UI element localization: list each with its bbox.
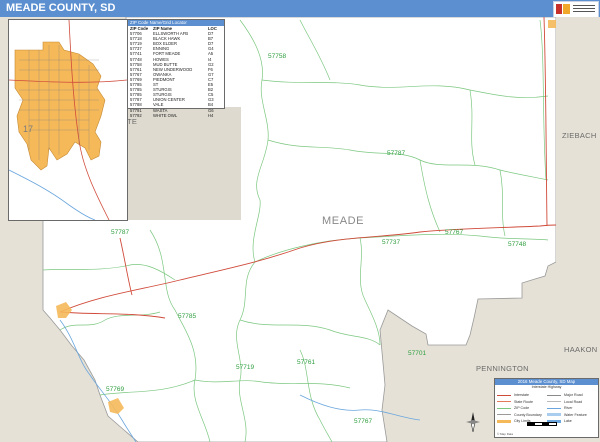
legend-col-left: Interstate State Route ZIP Code County B… — [497, 392, 546, 425]
zip-code-locator-table: ZIP Code Name/Grid Locator ZIP Code ZIP … — [127, 19, 225, 118]
zip-table-row: 57792 WHITE OWL H4 — [128, 113, 224, 118]
lawrence-county-strip — [126, 107, 241, 220]
logo-text-lines-icon — [573, 5, 595, 13]
zip-label: 57748 — [508, 241, 526, 248]
logo-mark-icon — [556, 4, 570, 14]
zip-label: 57787 — [387, 150, 405, 157]
map-title: MEADE COUNTY, SD — [6, 2, 116, 14]
ne-urban-area — [548, 20, 556, 28]
zip-label: 57758 — [268, 53, 286, 60]
loc-cell: H4 — [208, 112, 214, 118]
zip-cell: 57792 — [130, 112, 142, 118]
zip-label: 57701 — [408, 350, 426, 357]
legend-col-right: Major Road Local Road River Water Featur… — [547, 392, 596, 425]
map-page: MEADE COUNTY, SD 57758 57787 57787 57737… — [0, 0, 600, 442]
pennington-label: PENNINGTON — [476, 364, 529, 373]
legend-note: © Map Data — [497, 432, 514, 436]
lawrence-label: TE — [127, 117, 137, 126]
zip-label: 57785 — [178, 313, 196, 320]
scale-bar-graphic — [527, 422, 557, 426]
zip-table-rows: 57706 ELLSWORTH AFB D7 57718 BLACK HAWK B7 577… — [128, 31, 224, 118]
haakon-label: HAAKON — [564, 345, 597, 354]
zip-label: 57761 — [297, 359, 315, 366]
map-legend: 2016 Meade County, SD Map Interstate Hig… — [494, 378, 599, 438]
zip-label: 57787 — [111, 229, 129, 236]
inset-svg: 17 — [9, 20, 127, 220]
zip-label: 57769 — [106, 386, 124, 393]
north-arrow-icon — [466, 412, 480, 433]
scale-bar — [527, 422, 557, 426]
zip-label: 57737 — [382, 239, 400, 246]
publisher-logo — [553, 1, 599, 18]
svg-text:17: 17 — [23, 124, 33, 134]
title-bar: MEADE COUNTY, SD — [0, 0, 600, 18]
ziebach-label: ZIEBACH — [562, 131, 597, 140]
legend-subtitle: Interstate Highway — [531, 385, 562, 389]
zip-label: 57767 — [354, 418, 372, 425]
zip-name-cell: WHITE OWL — [153, 112, 178, 118]
county-name-label: MEADE — [322, 215, 364, 227]
zip-label: 57719 — [236, 364, 254, 371]
sturgis-inset-map: 17 — [8, 19, 128, 221]
zip-label: 57767 — [445, 229, 463, 236]
